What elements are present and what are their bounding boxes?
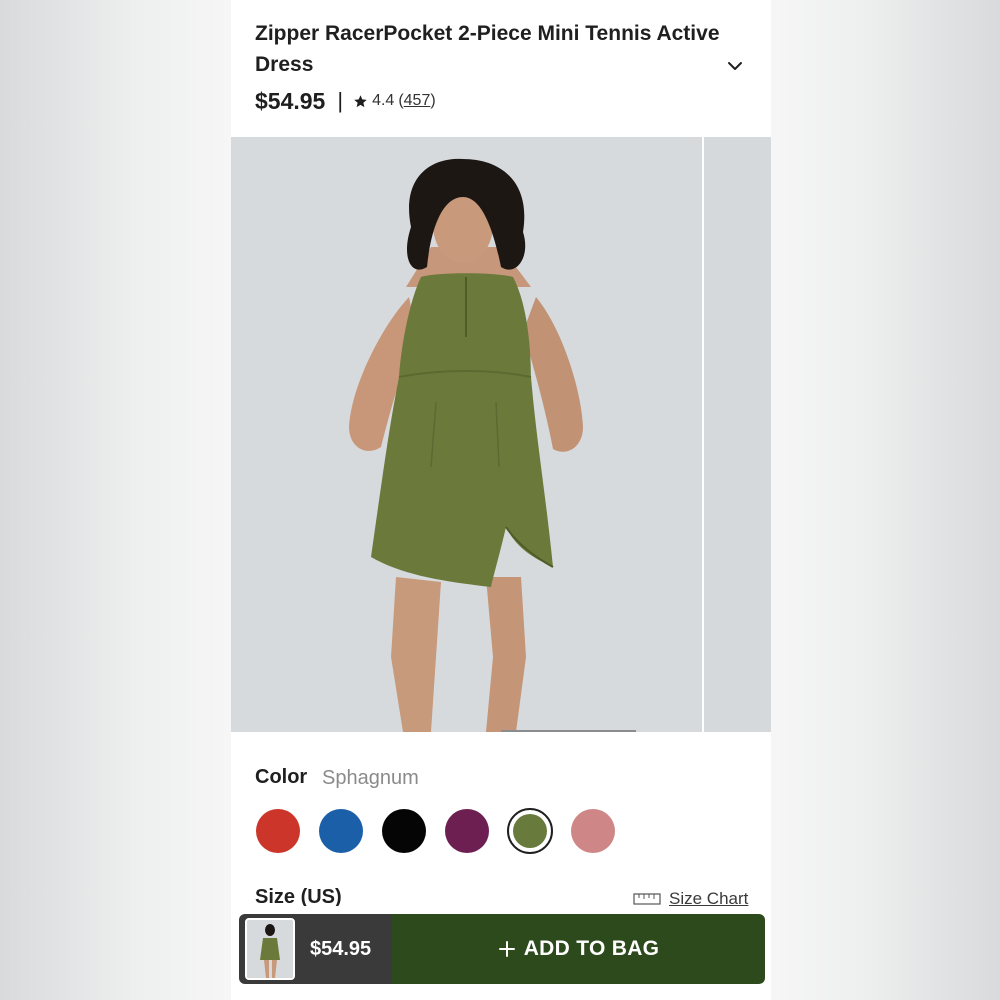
color-swatch[interactable] [255,808,301,854]
swatch-dot [571,809,615,853]
product-thumbnail[interactable] [245,918,295,980]
ruler-icon [633,893,661,905]
gallery-scroll-indicator [501,730,636,732]
color-swatch[interactable] [507,808,553,854]
chevron-down-icon[interactable] [727,58,743,74]
sticky-purchase-bar: $54.95 ADD TO BAG [239,914,765,984]
color-swatch[interactable] [444,808,490,854]
price-row: $54.95 | 4.4 ( 457 ) [255,84,436,118]
selected-color-name: Sphagnum [322,767,419,789]
product-page: Zipper RacerPocket 2-Piece Mini Tennis A… [231,0,771,1000]
product-title: Zipper RacerPocket 2-Piece Mini Tennis A… [255,22,720,76]
price-separator: | [337,88,344,113]
swatch-dot [445,809,489,853]
swatch-dot [382,809,426,853]
product-photo [231,137,702,732]
background-left [0,0,231,1000]
add-to-bag-button[interactable]: ADD TO BAG [392,914,765,984]
add-to-bag-label: ADD TO BAG [523,937,660,960]
gallery-next-image[interactable] [704,137,771,732]
background-right [771,0,1000,1000]
thumbnail-photo [247,920,293,978]
color-swatch[interactable] [570,808,616,854]
swatch-dot [319,809,363,853]
color-label: Color [255,766,308,788]
plus-icon [498,941,515,957]
product-image-gallery[interactable] [231,137,771,732]
mini-product-card: $54.95 [239,914,392,984]
sticky-price: $54.95 [310,937,372,960]
color-swatch[interactable] [381,808,427,854]
product-header: Zipper RacerPocket 2-Piece Mini Tennis A… [231,0,771,137]
reviews-link[interactable]: 457 [404,92,431,110]
swatch-dot [256,809,300,853]
rating-value: 4.4 [372,92,395,109]
color-swatch[interactable] [318,808,364,854]
swatch-dot [513,814,547,848]
reviews-close-paren: ) [430,92,436,109]
star-icon [354,94,367,107]
product-price: $54.95 [255,87,326,114]
